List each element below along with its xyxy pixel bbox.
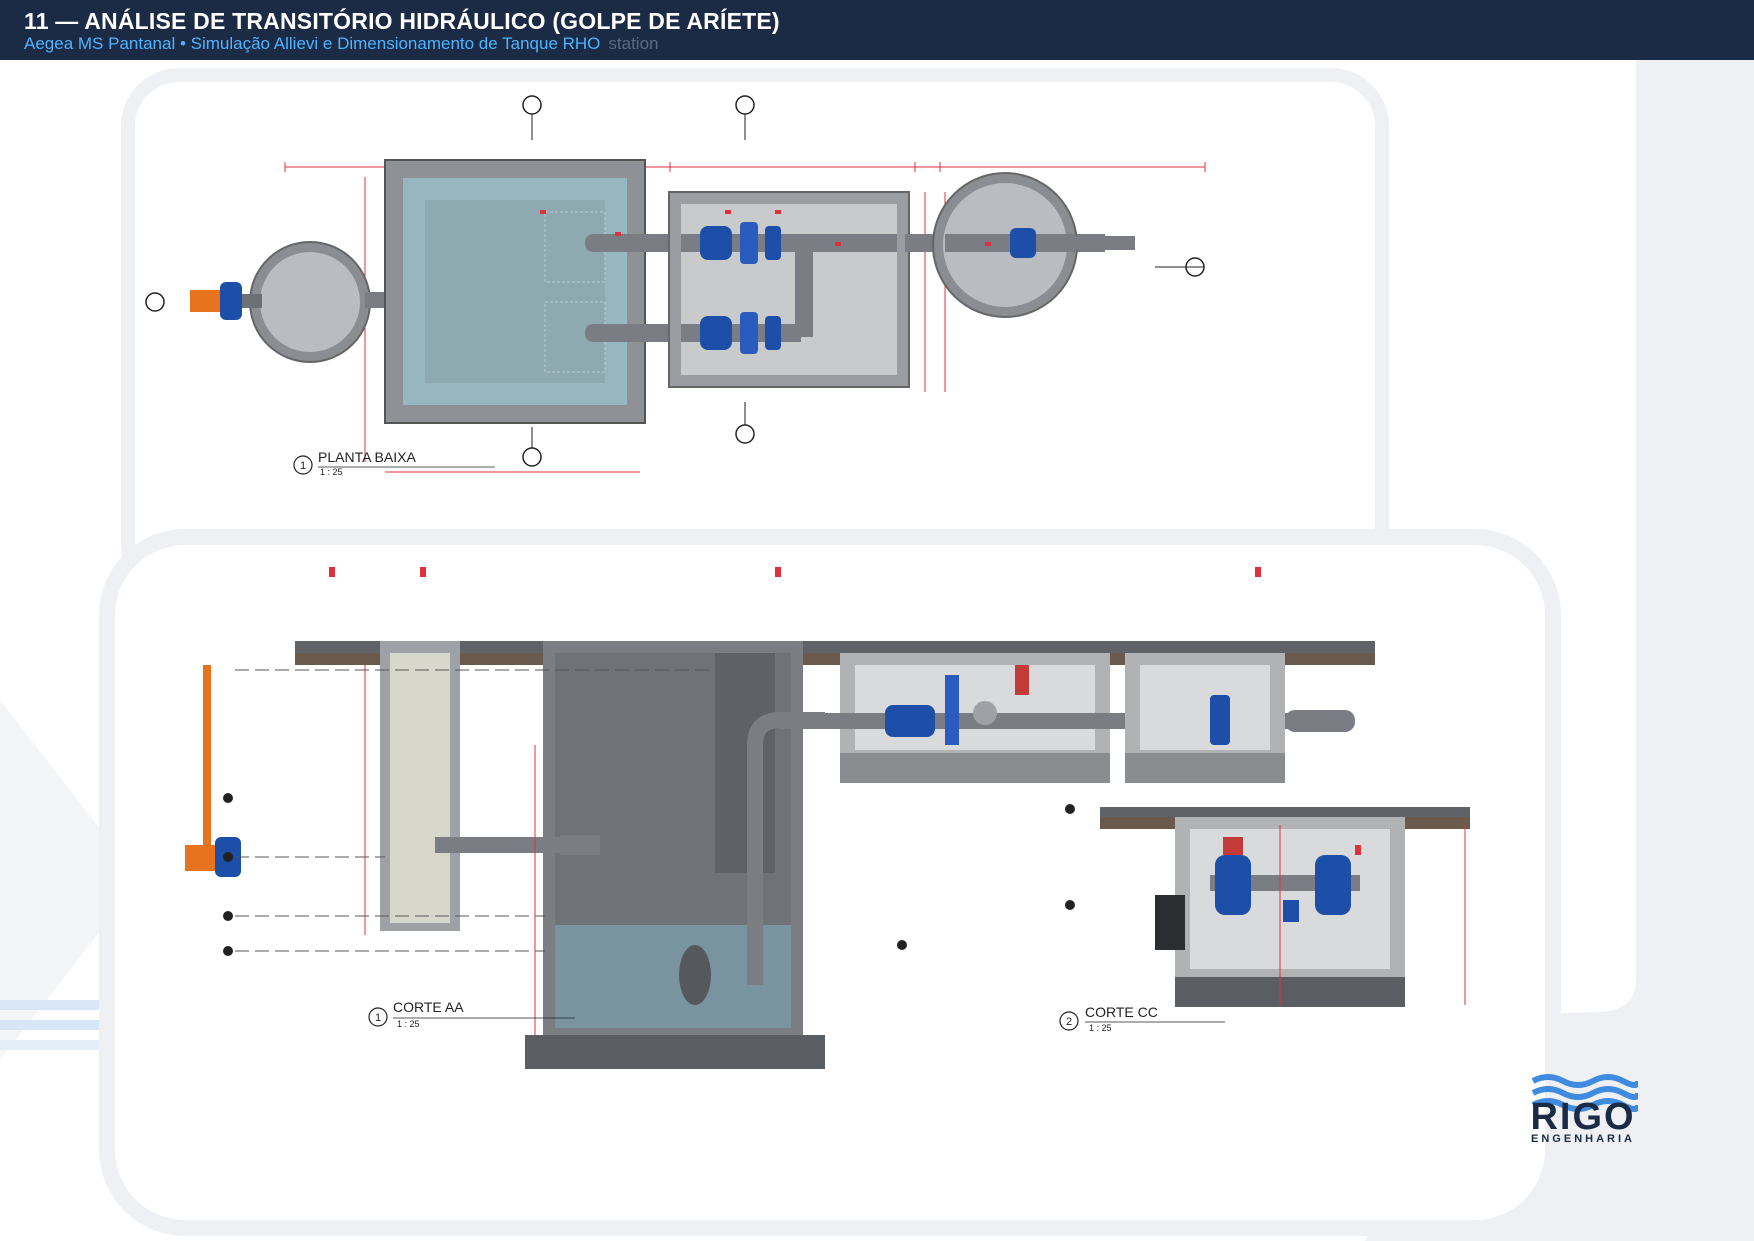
ghost-text: station bbox=[608, 34, 659, 53]
section-aa-title: CORTE AA bbox=[393, 999, 464, 1015]
plan-drawing: 1 PLANTA BAIXA 1 : 25 bbox=[145, 95, 1206, 477]
section-cc-title: CORTE CC bbox=[1085, 1004, 1158, 1020]
sections-drawing: 1 CORTE AA 1 : 25 2 CORTE CC 1 : 25 bbox=[185, 567, 1470, 1069]
subtitle-text: Aegea MS Pantanal • Simulação Allievi e … bbox=[24, 34, 601, 53]
plan-title: PLANTA BAIXA bbox=[318, 449, 416, 465]
plan-number: 1 bbox=[300, 460, 306, 472]
logo-tagline: ENGENHARIA bbox=[1531, 1133, 1635, 1145]
section-aa-number: 1 bbox=[375, 1012, 381, 1024]
page-title: 11 — ANÁLISE DE TRANSITÓRIO HIDRÁULICO (… bbox=[24, 8, 780, 34]
section-aa-scale: 1 : 25 bbox=[397, 1019, 420, 1029]
section-cc-number: 2 bbox=[1066, 1016, 1072, 1028]
section-cc-scale: 1 : 25 bbox=[1089, 1023, 1112, 1033]
page-subtitle: Aegea MS Pantanal • Simulação Allievi e … bbox=[24, 34, 659, 54]
plan-scale: 1 : 25 bbox=[320, 467, 343, 477]
page-header: 11 — ANÁLISE DE TRANSITÓRIO HIDRÁULICO (… bbox=[0, 0, 1754, 60]
